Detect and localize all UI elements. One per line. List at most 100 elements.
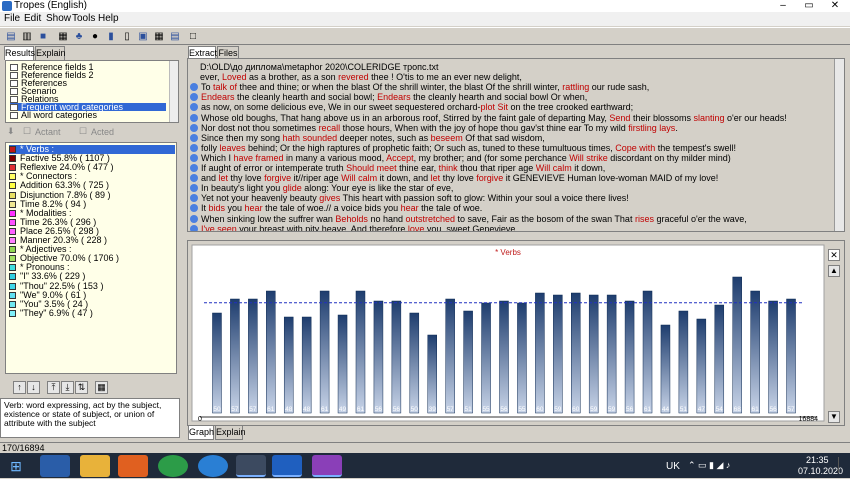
printer-icon[interactable]: ▥ <box>20 30 34 44</box>
highlighted-word[interactable]: Will calm <box>341 173 377 183</box>
highlighted-word[interactable]: hear <box>245 203 263 213</box>
highlighted-word[interactable]: beseem <box>431 133 463 143</box>
highlighted-word[interactable]: Endears <box>377 92 411 102</box>
folder-open-icon[interactable]: ▤ <box>4 30 18 44</box>
text-line[interactable]: as now, on some delicious eve, We in our… <box>190 102 633 112</box>
up-arrow-icon[interactable]: ↑ <box>13 381 26 394</box>
media-player-icon[interactable] <box>118 455 148 477</box>
highlighted-word[interactable]: revered <box>338 72 369 82</box>
highlighted-word[interactable]: let <box>219 173 229 183</box>
list-item[interactable]: All word categories <box>10 111 97 120</box>
tab-results[interactable]: Results <box>4 46 35 60</box>
tab-explain-bottom[interactable]: Explain <box>215 426 246 440</box>
save-icon[interactable]: ■ <box>36 30 50 44</box>
scrollbar[interactable] <box>169 61 178 122</box>
close-button[interactable]: ✕ <box>824 0 846 12</box>
tab-explain-left[interactable]: Explain <box>35 46 66 60</box>
acted-checkbox[interactable]: ☐ <box>79 126 87 137</box>
clock-time[interactable]: 21:35 <box>806 455 829 465</box>
text-line[interactable]: It bids you hear the tale of woe.// a vo… <box>190 203 482 213</box>
checkbox-icon[interactable] <box>10 72 18 79</box>
text-line[interactable]: Endears the cleanly hearth and social bo… <box>190 92 587 102</box>
move-up-icon[interactable]: ⤒ <box>47 381 60 394</box>
checkbox-icon[interactable] <box>10 80 18 87</box>
checkbox-icon[interactable] <box>10 88 18 95</box>
edge-icon[interactable] <box>198 455 228 477</box>
text-line[interactable]: Since then my song hath sounded deeper n… <box>190 133 545 143</box>
menu-file[interactable]: File <box>4 12 20 26</box>
menu-show[interactable]: Show <box>46 12 71 26</box>
highlighted-word[interactable]: Loved <box>222 72 247 82</box>
merge-icon[interactable]: ⇅ <box>75 381 88 394</box>
highlighted-word[interactable]: Will calm <box>536 163 572 173</box>
window-icon[interactable]: □ <box>186 30 200 44</box>
highlighted-word[interactable]: Sit <box>498 102 509 112</box>
grid-icon[interactable]: ▦ <box>56 30 70 44</box>
scroll-up-icon[interactable]: ▲ <box>828 265 840 277</box>
down-arrow-icon[interactable]: ⬇ <box>7 126 15 137</box>
table-icon[interactable]: ▤ <box>168 30 182 44</box>
text-line[interactable]: If aught of error or intemperate truth S… <box>190 163 605 173</box>
tab-graph[interactable]: Graph <box>188 426 214 440</box>
text-line[interactable]: Whose old boughs, That hang above us in … <box>190 113 787 123</box>
highlighted-word[interactable]: outstretched <box>405 214 455 224</box>
clock-date[interactable]: 07.10.2020 <box>798 466 843 476</box>
ie-icon[interactable] <box>40 455 70 477</box>
highlighted-word[interactable]: Will strike <box>569 153 608 163</box>
highlighted-word[interactable]: slanting <box>693 113 724 123</box>
language-indicator[interactable]: UK <box>666 461 680 472</box>
move-down-icon[interactable]: ⤓ <box>61 381 74 394</box>
scrollbar[interactable] <box>834 59 844 231</box>
graph-scrollbar[interactable]: ✕ ▲ ▼ <box>828 245 840 423</box>
text-line[interactable]: Nor dost not thou sometimes recall those… <box>190 123 678 133</box>
highlighted-word[interactable]: forgive <box>264 173 291 183</box>
actant-checkbox[interactable]: ☐ <box>23 126 31 137</box>
text-line[interactable]: In beauty's light you glide along: Your … <box>190 183 453 193</box>
highlighted-word[interactable]: talk of <box>213 82 237 92</box>
highlighted-word[interactable]: love <box>408 224 425 231</box>
checkbox-icon[interactable] <box>10 104 18 111</box>
category-list[interactable]: Reference fields 1 Reference fields 2 Re… <box>5 60 179 123</box>
text-line[interactable]: Yet not your heavenly beauty gives This … <box>190 193 629 203</box>
highlighted-word[interactable]: bids <box>209 203 226 213</box>
save-icon[interactable]: ▦ <box>95 381 108 394</box>
stacked-chart-icon[interactable]: ▯ <box>120 30 134 44</box>
word-category-tree[interactable]: * Verbs : Factive 55.8% ( 1107 ) Reflexive… <box>5 142 177 374</box>
windows-start-icon[interactable]: ⊞ <box>6 457 26 479</box>
text-line[interactable]: and let thy love forgive it//riper age W… <box>190 173 718 183</box>
down-arrow-icon[interactable]: ↓ <box>27 381 40 394</box>
menu-tools[interactable]: Tools <box>72 12 95 26</box>
text-line[interactable]: When sinking low the suffrer wan Beholds… <box>190 214 747 224</box>
tray-icons[interactable]: ⌃ ▭ ▮ ◢ ♪ <box>688 460 730 471</box>
tree-icon[interactable]: ♣ <box>72 30 86 44</box>
file-explorer-icon[interactable] <box>80 455 110 477</box>
cluster-icon[interactable]: ● <box>88 30 102 44</box>
highlighted-word[interactable]: Accept <box>386 153 414 163</box>
text-line[interactable]: folly leaves behind; Or the high rapture… <box>190 143 736 153</box>
text-line[interactable]: D:\OLD\до диплома\metaphor 2020\COLERIDG… <box>200 62 439 72</box>
highlighted-word[interactable]: recall <box>319 123 341 133</box>
highlighted-word[interactable]: let <box>431 173 441 183</box>
text-line[interactable]: Which I have framed in many a various mo… <box>190 153 731 163</box>
highlighted-word[interactable]: rattling <box>562 82 589 92</box>
highlighted-word[interactable]: I've seen <box>201 224 237 231</box>
highlighted-word[interactable]: Cope with <box>615 143 655 153</box>
highlighted-word[interactable]: leaves <box>220 143 246 153</box>
close-icon[interactable]: ✕ <box>828 249 840 261</box>
highlighted-word[interactable]: Beholds <box>335 214 368 224</box>
maximize-button[interactable]: ▭ <box>798 0 820 12</box>
checkbox-icon[interactable] <box>10 64 18 71</box>
highlighted-word[interactable]: rises <box>635 214 654 224</box>
menu-help[interactable]: Help <box>98 12 119 26</box>
chrome-window-icon[interactable] <box>236 455 266 477</box>
highlighted-word[interactable]: hath sounded <box>283 133 338 143</box>
calendar-icon[interactable]: ▦ <box>152 30 166 44</box>
tree-row[interactable]: "They" 6.9% ( 47 ) <box>9 308 93 318</box>
checkbox-icon[interactable] <box>10 96 18 103</box>
highlighted-word[interactable]: Should meet <box>346 163 397 173</box>
show-desktop-button[interactable] <box>838 457 846 473</box>
extract-text-panel[interactable]: D:\OLD\до диплома\metaphor 2020\COLERIDG… <box>187 58 845 232</box>
checkbox-icon[interactable] <box>10 112 18 119</box>
tropes-app-icon[interactable] <box>312 455 342 477</box>
highlighted-word[interactable]: gives <box>319 193 340 203</box>
